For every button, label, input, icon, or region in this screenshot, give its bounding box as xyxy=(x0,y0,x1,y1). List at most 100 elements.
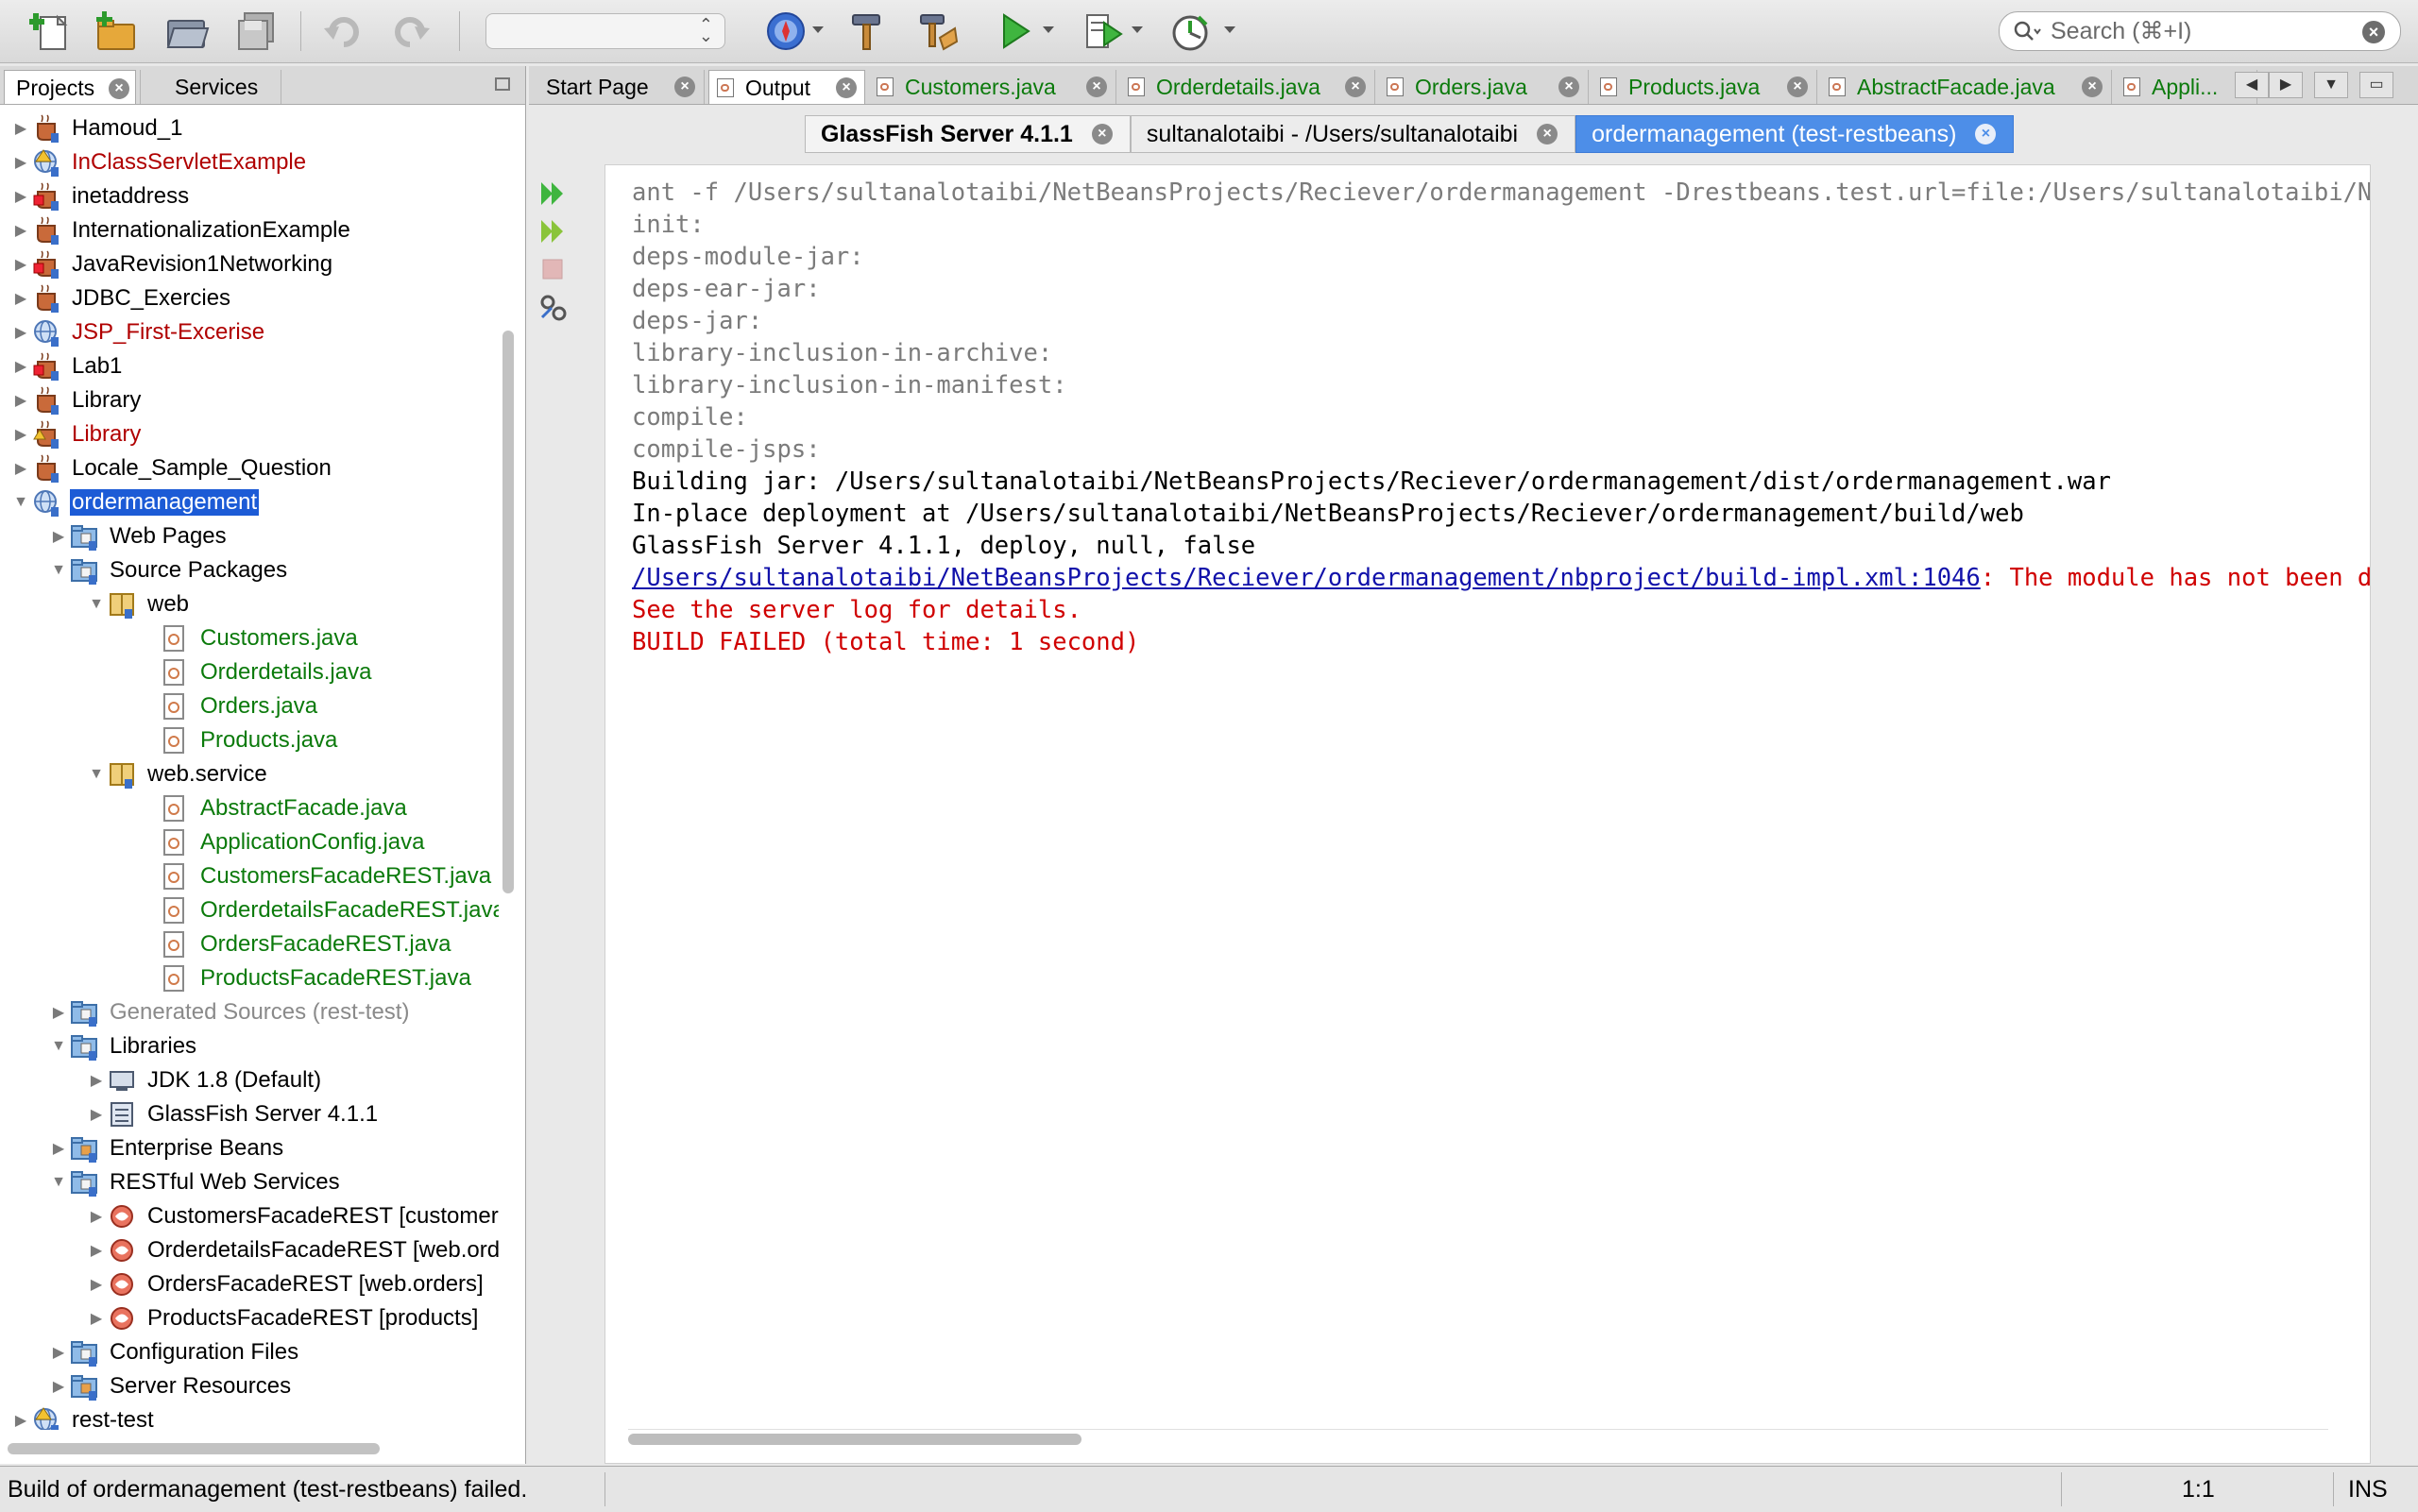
editor-tab[interactable]: Orders.java × xyxy=(1379,70,1589,104)
collapsed-arrow-icon[interactable]: ▶ xyxy=(9,459,32,478)
build-hammer-icon[interactable] xyxy=(841,6,894,57)
configuration-combobox[interactable]: ⌃ ⌄ xyxy=(485,13,725,49)
tree-node[interactable]: ▶ JSP_First-Excerise xyxy=(9,315,266,349)
run-dropdown-icon[interactable] xyxy=(1043,26,1054,33)
close-tab-icon[interactable]: × xyxy=(674,76,695,97)
tree-node[interactable]: ▶ GlassFish Server 4.1.1 xyxy=(85,1097,380,1131)
output-subtab[interactable]: sultanalotaibi - /Users/sultanalotaibi × xyxy=(1130,115,1576,153)
collapsed-arrow-icon[interactable]: ▶ xyxy=(9,119,32,138)
collapsed-arrow-icon[interactable]: ▶ xyxy=(85,1071,108,1090)
open-project-icon[interactable] xyxy=(161,6,213,57)
tree-node[interactable]: ▶ Generated Sources (rest-test) xyxy=(47,995,411,1029)
collapsed-arrow-icon[interactable]: ▶ xyxy=(85,1207,108,1226)
minimize-panel-icon[interactable] xyxy=(495,77,510,91)
collapsed-arrow-icon[interactable]: ▶ xyxy=(85,1275,108,1294)
rerun-with-parameters-icon[interactable] xyxy=(538,217,565,244)
browser-icon[interactable] xyxy=(759,6,812,57)
editor-tab[interactable]: AbstractFacade.java × xyxy=(1821,70,2112,104)
tree-node[interactable]: ▶ Web Pages xyxy=(47,519,229,553)
tree-node[interactable]: ▶ Server Resources xyxy=(47,1369,293,1403)
new-project-icon[interactable] xyxy=(89,6,142,57)
close-tab-icon[interactable]: × xyxy=(836,77,857,98)
search-input[interactable] xyxy=(2049,16,2336,46)
tree-node[interactable]: OrdersFacadeREST.java xyxy=(123,927,452,961)
tree-node[interactable]: Customers.java xyxy=(123,621,360,655)
stop-icon[interactable] xyxy=(538,255,565,281)
expanded-arrow-icon[interactable]: ▼ xyxy=(9,494,32,511)
new-file-icon[interactable] xyxy=(25,6,77,57)
collapsed-arrow-icon[interactable]: ▶ xyxy=(47,1139,70,1158)
tree-node[interactable]: ▶ JDBC_Exercies xyxy=(9,281,232,315)
tree-node[interactable]: ▶ inetaddress xyxy=(9,179,191,213)
undo-icon[interactable] xyxy=(317,6,370,57)
browser-dropdown-icon[interactable] xyxy=(812,26,824,33)
tree-node[interactable]: ▼ Source Packages xyxy=(47,553,289,587)
collapsed-arrow-icon[interactable]: ▶ xyxy=(9,1411,32,1430)
redo-icon[interactable] xyxy=(383,6,436,57)
tree-node[interactable]: ▼ RESTful Web Services xyxy=(47,1165,342,1199)
collapsed-arrow-icon[interactable]: ▶ xyxy=(47,1003,70,1022)
tree-node[interactable]: ▶ ProductsFacadeREST [products] xyxy=(85,1301,480,1335)
tree-node[interactable]: CustomersFacadeREST.java xyxy=(123,859,493,893)
close-tab-icon[interactable]: × xyxy=(1975,124,1997,144)
tree-node[interactable]: ▶ Enterprise Beans xyxy=(47,1131,285,1165)
collapsed-arrow-icon[interactable]: ▶ xyxy=(9,289,32,308)
tree-node[interactable]: ▶ OrderdetailsFacadeREST [web.orderdetail… xyxy=(85,1233,499,1267)
tree-node[interactable]: Orders.java xyxy=(123,689,319,723)
expanded-arrow-icon[interactable]: ▼ xyxy=(85,766,108,783)
editor-tab[interactable]: Start Page × xyxy=(531,70,705,104)
expanded-arrow-icon[interactable]: ▼ xyxy=(47,562,70,579)
expanded-arrow-icon[interactable]: ▼ xyxy=(85,596,108,613)
output-console[interactable]: ant -f /Users/sultanalotaibi/NetBeansPro… xyxy=(604,164,2371,1464)
tab-services[interactable]: Services xyxy=(140,70,281,104)
tree-node[interactable]: ▼ ordermanagement xyxy=(9,485,260,519)
maximize-window-icon[interactable]: ▭ xyxy=(2359,72,2393,98)
collapsed-arrow-icon[interactable]: ▶ xyxy=(9,357,32,376)
editor-tab[interactable]: Customers.java × xyxy=(869,70,1116,104)
tree-node[interactable]: ▶ JDK 1.8 (Default) xyxy=(85,1063,323,1097)
debug-icon[interactable] xyxy=(1077,6,1130,57)
collapsed-arrow-icon[interactable]: ▶ xyxy=(9,187,32,206)
tree-horizontal-scrollbar[interactable] xyxy=(8,1443,380,1454)
tree-node[interactable]: ▶ Lab1 xyxy=(9,349,124,383)
profile-dropdown-icon[interactable] xyxy=(1224,26,1235,33)
expanded-arrow-icon[interactable]: ▼ xyxy=(47,1038,70,1055)
tree-node[interactable]: ▶ Configuration Files xyxy=(47,1335,300,1369)
tree-node[interactable]: ▶ CustomersFacadeREST [customers] xyxy=(85,1199,499,1233)
collapsed-arrow-icon[interactable]: ▶ xyxy=(47,1343,70,1362)
tree-node[interactable]: ▶ Hamoud_1 xyxy=(9,111,184,145)
tree-node[interactable]: ▼ web.service xyxy=(85,757,269,791)
rerun-icon[interactable] xyxy=(538,179,565,206)
close-tab-icon[interactable]: × xyxy=(1091,124,1113,144)
close-tab-icon[interactable]: × xyxy=(2082,76,2103,97)
show-opened-documents-icon[interactable]: ▼ xyxy=(2314,72,2348,98)
scroll-thumb[interactable] xyxy=(628,1434,1081,1445)
tree-node[interactable]: ▶ Locale_Sample_Question xyxy=(9,451,333,485)
collapsed-arrow-icon[interactable]: ▶ xyxy=(9,255,32,274)
tab-projects[interactable]: Projects × xyxy=(4,70,136,104)
search-box[interactable]: × xyxy=(1999,11,2401,51)
expanded-arrow-icon[interactable]: ▼ xyxy=(47,1174,70,1191)
tree-node[interactable]: ▶ Library xyxy=(9,417,143,451)
close-tab-icon[interactable]: × xyxy=(109,78,129,99)
collapsed-arrow-icon[interactable]: ▶ xyxy=(47,527,70,546)
collapsed-arrow-icon[interactable]: ▶ xyxy=(9,153,32,172)
scroll-tabs-right-icon[interactable]: ▶ xyxy=(2269,72,2303,98)
tree-node[interactable]: Orderdetails.java xyxy=(123,655,373,689)
close-tab-icon[interactable]: × xyxy=(1086,76,1107,97)
tree-node[interactable]: Products.java xyxy=(123,723,339,757)
editor-tab[interactable]: Products.java × xyxy=(1592,70,1817,104)
tree-node[interactable]: ▶ OrdersFacadeREST [web.orders] xyxy=(85,1267,485,1301)
collapsed-arrow-icon[interactable]: ▶ xyxy=(9,323,32,342)
tree-node[interactable]: ▶ Library xyxy=(9,383,143,417)
tree-node[interactable]: ▼ web xyxy=(85,587,191,621)
clean-build-icon[interactable] xyxy=(911,6,963,57)
tree-node[interactable]: ▶ JavaRevision1Networking xyxy=(9,247,334,281)
collapsed-arrow-icon[interactable]: ▶ xyxy=(9,425,32,444)
scroll-tabs-left-icon[interactable]: ◀ xyxy=(2235,72,2269,98)
tree-node[interactable]: ProductsFacadeREST.java xyxy=(123,961,473,995)
output-subtab[interactable]: ordermanagement (test-restbeans) × xyxy=(1575,115,2015,153)
collapsed-arrow-icon[interactable]: ▶ xyxy=(9,221,32,240)
debug-dropdown-icon[interactable] xyxy=(1132,26,1143,33)
settings-icon[interactable] xyxy=(538,293,567,321)
